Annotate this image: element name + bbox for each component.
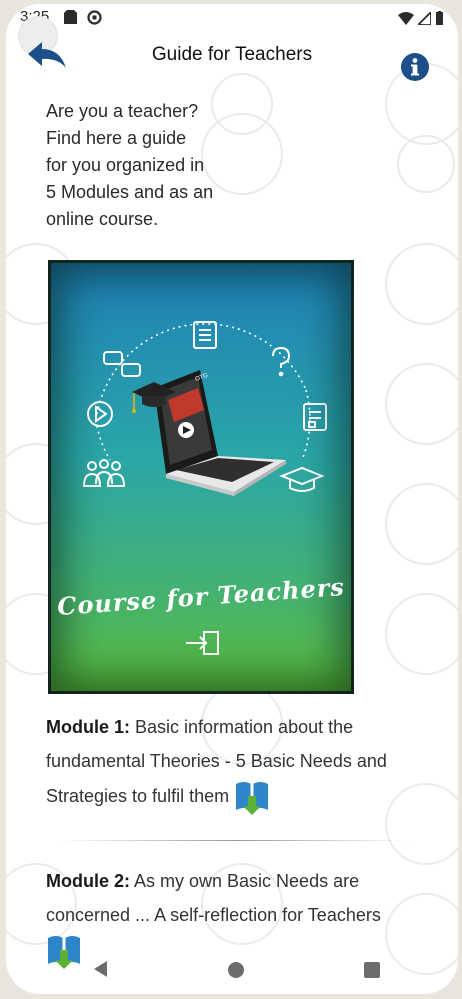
phone-screen: 3:25 Guide for Teachers bbox=[6, 4, 458, 994]
course-cover-image[interactable]: OTG Course for Teachers bbox=[48, 260, 354, 694]
status-bar: 3:25 bbox=[6, 4, 458, 34]
system-navigation-bar bbox=[6, 950, 458, 994]
vpn-icon bbox=[87, 10, 102, 25]
info-button[interactable] bbox=[400, 52, 430, 82]
status-notification-icons bbox=[64, 10, 102, 25]
intro-text: Are you a teacher? Find here a guide for… bbox=[46, 101, 214, 229]
module-1-label: Module 1: bbox=[46, 717, 130, 737]
nav-home-icon[interactable] bbox=[228, 962, 244, 978]
battery-icon bbox=[436, 11, 443, 25]
sim-card-icon bbox=[64, 10, 77, 24]
module-2-label: Module 2: bbox=[46, 871, 130, 891]
signal-icon bbox=[418, 11, 431, 25]
module-divider bbox=[60, 840, 410, 841]
book-download-icon[interactable] bbox=[234, 778, 270, 816]
wifi-icon bbox=[398, 11, 414, 25]
nav-recents-icon[interactable] bbox=[364, 962, 380, 978]
status-system-icons bbox=[398, 11, 444, 25]
page-title: Guide for Teachers bbox=[151, 44, 313, 65]
module-1-item[interactable]: Module 1: Basic information about the fu… bbox=[46, 710, 426, 816]
nav-back-icon[interactable] bbox=[92, 960, 110, 978]
app-bar: Guide for Teachers bbox=[6, 34, 458, 82]
info-icon bbox=[401, 53, 429, 81]
cover-vignette bbox=[48, 260, 354, 694]
